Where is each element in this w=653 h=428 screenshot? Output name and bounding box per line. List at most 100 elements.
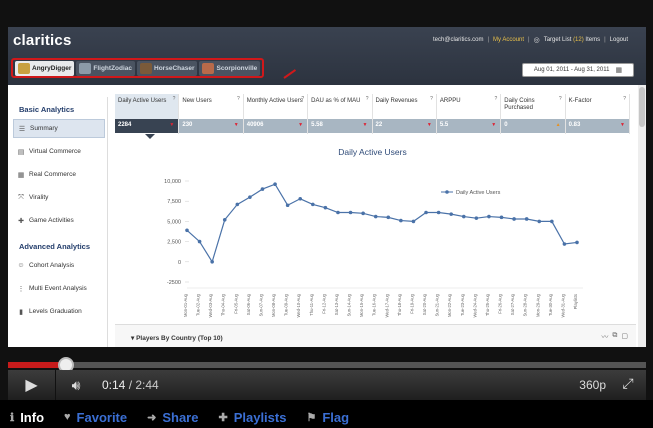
x-tick-label: Thu-25-Aug <box>485 293 490 316</box>
basic-analytics-list: ☰ Summary ▤ Virtual Commerce ▦ Real Commerce ⤧… <box>11 119 107 230</box>
help-icon[interactable]: ? <box>366 96 369 102</box>
sidebar-item-game-activities[interactable]: ✚ Game Activities <box>13 211 105 230</box>
expand-icon[interactable]: ▢ <box>621 332 628 342</box>
sidebar-item-virtual-commerce[interactable]: ▤ Virtual Commerce <box>13 142 105 161</box>
help-icon[interactable]: ? <box>494 96 497 102</box>
help-icon[interactable]: ? <box>623 96 626 102</box>
metric-daily-coins-purchased[interactable]: Daily Coins Purchased? 0 ▲ <box>501 94 566 134</box>
metric-value-text: 5.58 <box>311 122 323 128</box>
sidebar-item-real-commerce[interactable]: ▦ Real Commerce <box>13 165 105 184</box>
duration: 2:44 <box>135 378 159 392</box>
action-favorite[interactable]: ♥ Favorite <box>64 410 127 425</box>
action-playlists[interactable]: ✚ Playlists <box>218 410 286 425</box>
bars-icon: ▮ <box>19 308 23 316</box>
metric-k-factor[interactable]: K-Factor? 0.83 ▼ <box>565 94 630 134</box>
sidebar-item-levels-graduation[interactable]: ▮ Levels Graduation <box>13 302 105 321</box>
metric-label-text: New Users <box>182 98 212 104</box>
sidebar-item-summary[interactable]: ☰ Summary <box>13 119 105 138</box>
trend-icon[interactable]: 〰 <box>601 332 608 342</box>
game-tab-label: HorseChaser <box>154 65 195 72</box>
data-point <box>449 212 453 216</box>
metric-value-text: 5.5 <box>439 122 449 128</box>
help-icon[interactable]: ? <box>430 96 433 102</box>
flag-icon: ⚑ <box>306 411 317 424</box>
x-tick-label: Tue-02-Aug <box>196 293 201 316</box>
sidebar-item-multi-event-analysis[interactable]: ⋮ Multi Event Analysis <box>13 279 105 298</box>
date-range-picker[interactable]: Aug 01, 2011 - Aug 31, 2011 ▦ <box>522 63 634 77</box>
data-point <box>185 228 189 233</box>
action-info[interactable]: ℹ Info <box>10 410 44 425</box>
help-icon[interactable]: ? <box>237 96 240 102</box>
advanced-analytics-list: ☺ Cohort Analysis ⋮ Multi Event Analysis ▮ Le… <box>11 256 107 321</box>
action-label: Flag <box>322 409 350 425</box>
sidebar-item-label: Virality <box>29 194 49 201</box>
sidebar-item-label: Virtual Commerce <box>29 148 81 155</box>
y-tick-label: 2,500 <box>167 240 181 246</box>
speaker-icon: 🔊︎ <box>71 376 81 393</box>
sidebar-item-virality[interactable]: ⤧ Virality <box>13 188 105 207</box>
action-flag[interactable]: ⚑ Flag <box>306 410 349 425</box>
legend-marker <box>445 190 449 194</box>
x-tick-label: Sat-27-Aug <box>510 293 515 315</box>
target-list-count: (12) <box>573 37 584 43</box>
fullscreen-button[interactable]: ⤢ <box>618 375 638 395</box>
metric-arppu[interactable]: ARPPU? 5.5 ▼ <box>436 94 502 134</box>
play-button[interactable]: ▶ <box>8 370 56 400</box>
metric-label-text: Daily Active Users <box>118 98 167 104</box>
logout-link[interactable]: Logout <box>610 37 628 43</box>
game-tab-angrydigger[interactable]: AngryDigger <box>15 61 75 76</box>
trend-down-icon: ▼ <box>362 122 368 128</box>
game-tab-horsechaser[interactable]: HorseChaser <box>137 61 198 76</box>
seek-bar[interactable] <box>8 357 646 373</box>
section-title[interactable]: ▾ Players By Country (Top 10) <box>131 334 223 342</box>
scrollbar-thumb[interactable] <box>639 87 645 127</box>
data-point <box>361 211 365 216</box>
action-share[interactable]: ➜ Share <box>147 410 198 425</box>
app-header: claritics tech@claritics.com | My Accoun… <box>8 27 646 85</box>
time-display: 0:14 / 2:44 <box>102 378 159 392</box>
trend-down-icon: ▼ <box>233 122 239 128</box>
x-tick-label: Tue-09-Aug <box>284 293 289 316</box>
metric-label: Daily Coins Purchased? <box>501 94 565 119</box>
metric-daily-active-users[interactable]: Daily Active Users? 2284 ▼ <box>115 94 180 139</box>
calendar-icon[interactable]: ▦ <box>615 66 622 74</box>
trend-down-icon: ▼ <box>620 122 625 128</box>
x-tick-label: Playlists <box>573 294 578 309</box>
quality-button[interactable]: 360p <box>579 378 606 392</box>
video-viewport[interactable]: claritics tech@claritics.com | My Accoun… <box>8 27 646 347</box>
game-tab-flightzodiac[interactable]: FlightZodiac <box>76 61 136 76</box>
metric-daily-revenues[interactable]: Daily Revenues? 22 ▼ <box>372 94 437 134</box>
metric-new-users[interactable]: New Users? 230 ▼ <box>179 94 244 134</box>
app-logo: claritics <box>13 32 72 49</box>
metric-label-text: K-Factor <box>568 98 592 104</box>
users-icon: ☺ <box>17 262 25 269</box>
target-list-link[interactable]: Target List (12) Items <box>544 37 600 43</box>
y-tick-label: 10,000 <box>164 179 181 185</box>
players-by-country-section: ▾ Players By Country (Top 10) 〰 ⧉ ▢ <box>115 324 636 347</box>
receipt-icon: ▦ <box>17 171 25 179</box>
help-icon[interactable]: ? <box>559 96 562 102</box>
x-tick-label: Fri-12-Aug <box>321 293 326 313</box>
action-label: Favorite <box>76 409 128 425</box>
volume-button[interactable]: 🔊︎ <box>56 370 96 400</box>
metric-value-text: 40906 <box>246 122 264 128</box>
x-tick-label: Thu-18-Aug <box>397 293 402 316</box>
game-thumbnail-icon <box>18 63 30 74</box>
help-icon[interactable]: ? <box>173 96 176 102</box>
data-point <box>562 242 567 246</box>
export-icon[interactable]: ⧉ <box>612 332 617 342</box>
x-tick-label: Tue-30-Aug <box>548 293 553 316</box>
sidebar-item-cohort-analysis[interactable]: ☺ Cohort Analysis <box>13 256 105 275</box>
page-scrollbar[interactable] <box>638 85 646 347</box>
game-tab-scorpionville[interactable]: Scorpionville <box>199 61 261 76</box>
my-account-link[interactable]: My Account <box>493 37 524 43</box>
help-icon[interactable]: ? <box>301 96 304 102</box>
data-point <box>386 215 391 220</box>
x-tick-label: Tue-16-Aug <box>372 293 377 316</box>
sidebar-item-label: Summary <box>30 125 58 132</box>
metric-value: 0 ▲ <box>501 119 565 133</box>
play-icon: ▶ <box>25 377 38 394</box>
metric-dau-as-of-mau[interactable]: DAU as % of MAU? 5.58 ▼ <box>308 94 373 134</box>
metric-monthly-active-users[interactable]: Monthly Active Users? 40906 ▼ <box>243 94 309 134</box>
trend-up-icon: ▲ <box>555 122 561 128</box>
